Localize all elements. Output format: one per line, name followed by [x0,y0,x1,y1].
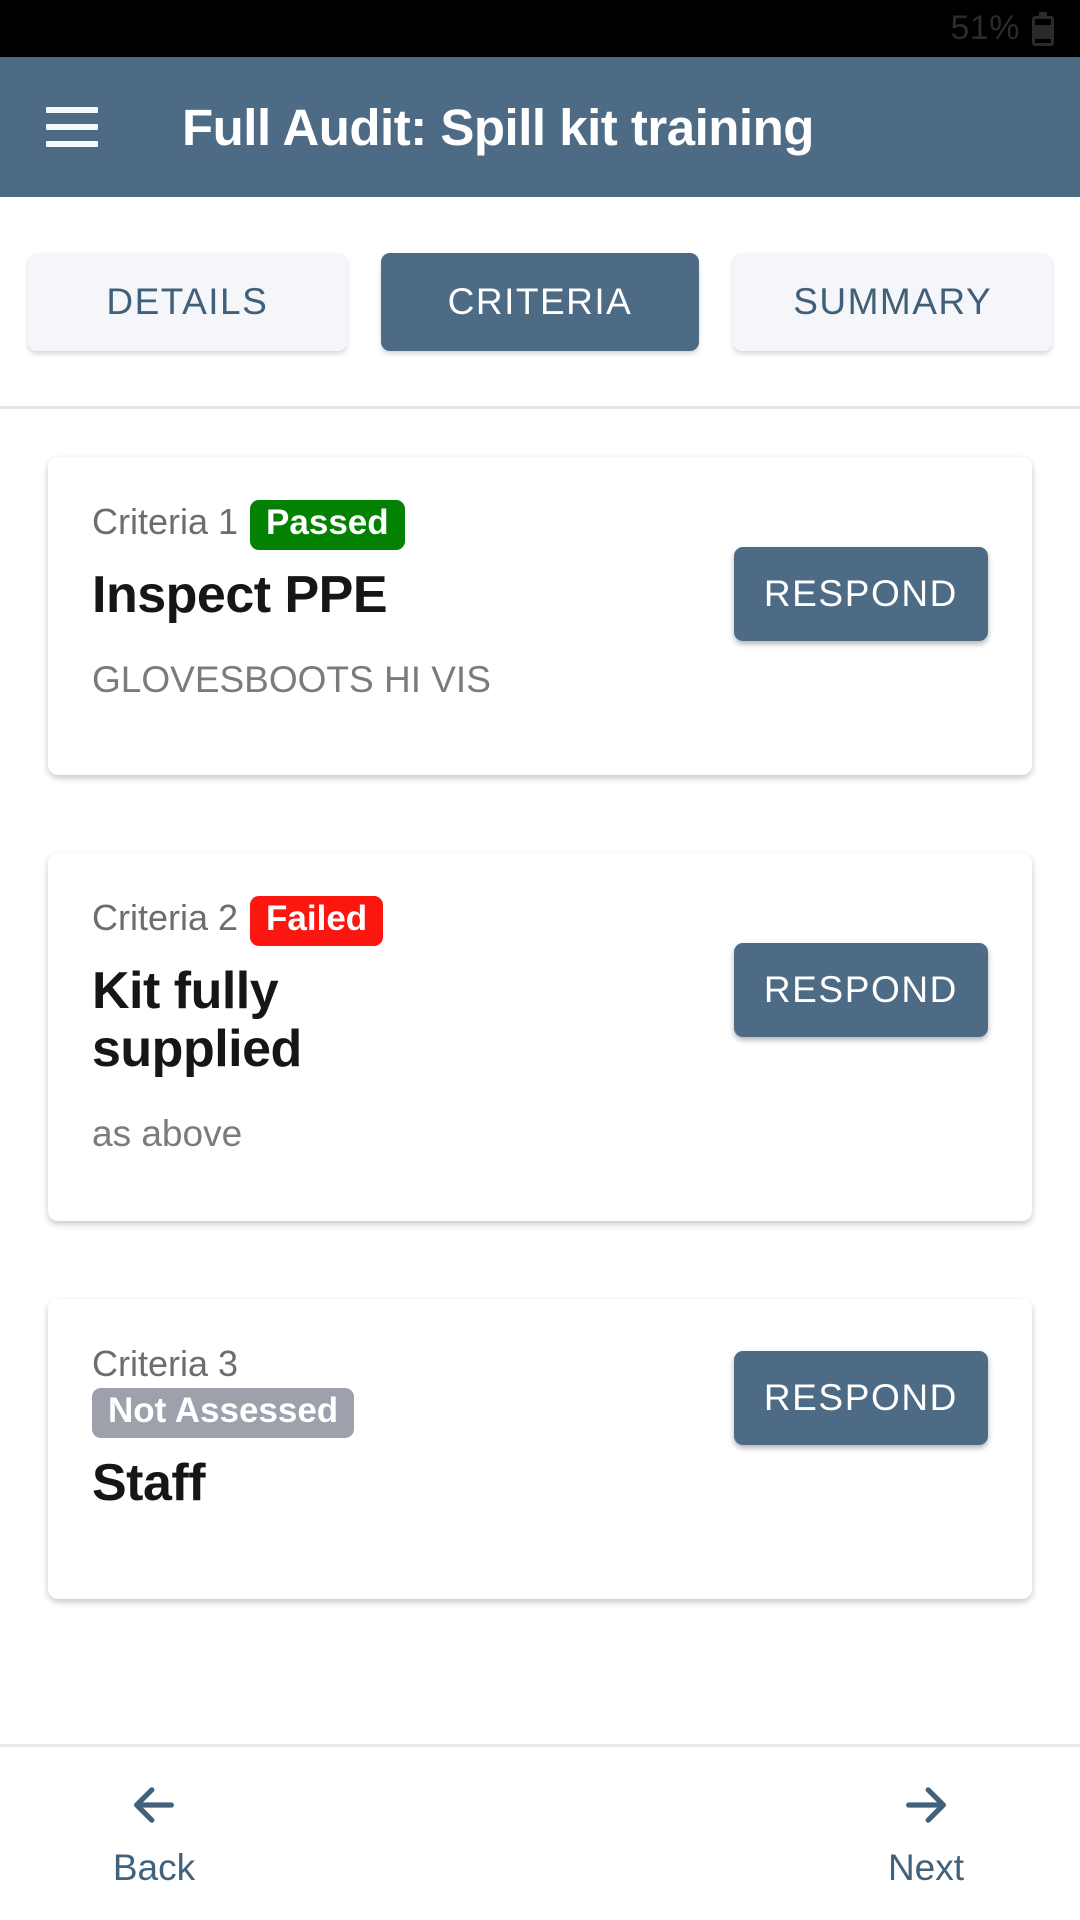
criteria-status-row: Criteria 3Not Assessed [92,1341,422,1438]
criteria-number-label: Criteria 1 [92,501,239,542]
back-button[interactable]: Back [64,1779,244,1889]
bottom-navigation: Back Next [0,1744,1080,1920]
tab-summary[interactable]: SUMMARY [733,252,1053,351]
app-screen: 51% Full Audit: Spill kit training DETAI… [0,0,1080,1920]
hamburger-menu-icon[interactable] [46,107,98,147]
criteria-title: Kit fully supplied [92,961,302,1078]
respond-button[interactable]: RESPOND [733,547,988,641]
criteria-status-row: Criteria 2 Failed [92,895,714,946]
criteria-card[interactable]: Criteria 1 Passed Inspect PPE GLOVESBOOTS… [48,457,1032,775]
tab-criteria[interactable]: CRITERIA [380,252,700,351]
status-badge: Not Assessed [92,1388,355,1438]
criteria-title: Staff [92,1453,206,1512]
criteria-number-label: Criteria 3 [92,1343,239,1384]
tab-criteria-label: CRITERIA [447,280,633,322]
arrow-left-icon [126,1779,182,1831]
tab-details[interactable]: DETAILS [28,252,347,351]
back-button-label: Back [112,1846,196,1888]
status-badge: Failed [250,896,384,946]
app-bar: Full Audit: Spill kit training [0,57,1080,197]
status-badge: Passed [250,500,405,550]
status-bar: 51% [0,0,1080,57]
respond-button[interactable]: RESPOND [733,1351,988,1445]
criteria-description: as above [92,1113,243,1155]
next-button[interactable]: Next [836,1779,1016,1889]
battery-percent-label: 51% [950,9,1020,47]
page-title: Full Audit: Spill kit training [182,98,814,156]
arrow-right-icon [898,1779,954,1831]
criteria-number-label: Criteria 2 [92,897,239,938]
criteria-status-row: Criteria 1 Passed [92,499,714,550]
battery-icon [1032,11,1054,46]
next-button-label: Next [887,1846,965,1888]
criteria-card[interactable]: Criteria 2 Failed Kit fully supplied as a… [48,853,1032,1221]
criteria-list[interactable]: Criteria 1 Passed Inspect PPE GLOVESBOOTS… [0,409,1080,1920]
tab-bar: DETAILS CRITERIA SUMMARY [0,197,1080,409]
respond-button[interactable]: RESPOND [733,943,988,1037]
criteria-description: GLOVESBOOTS HI VIS [92,658,491,700]
tab-summary-label: SUMMARY [793,280,993,322]
tab-details-label: DETAILS [106,280,269,322]
criteria-title: Inspect PPE [92,565,388,624]
criteria-card[interactable]: Criteria 3Not Assessed Staff RESPOND [48,1299,1032,1599]
